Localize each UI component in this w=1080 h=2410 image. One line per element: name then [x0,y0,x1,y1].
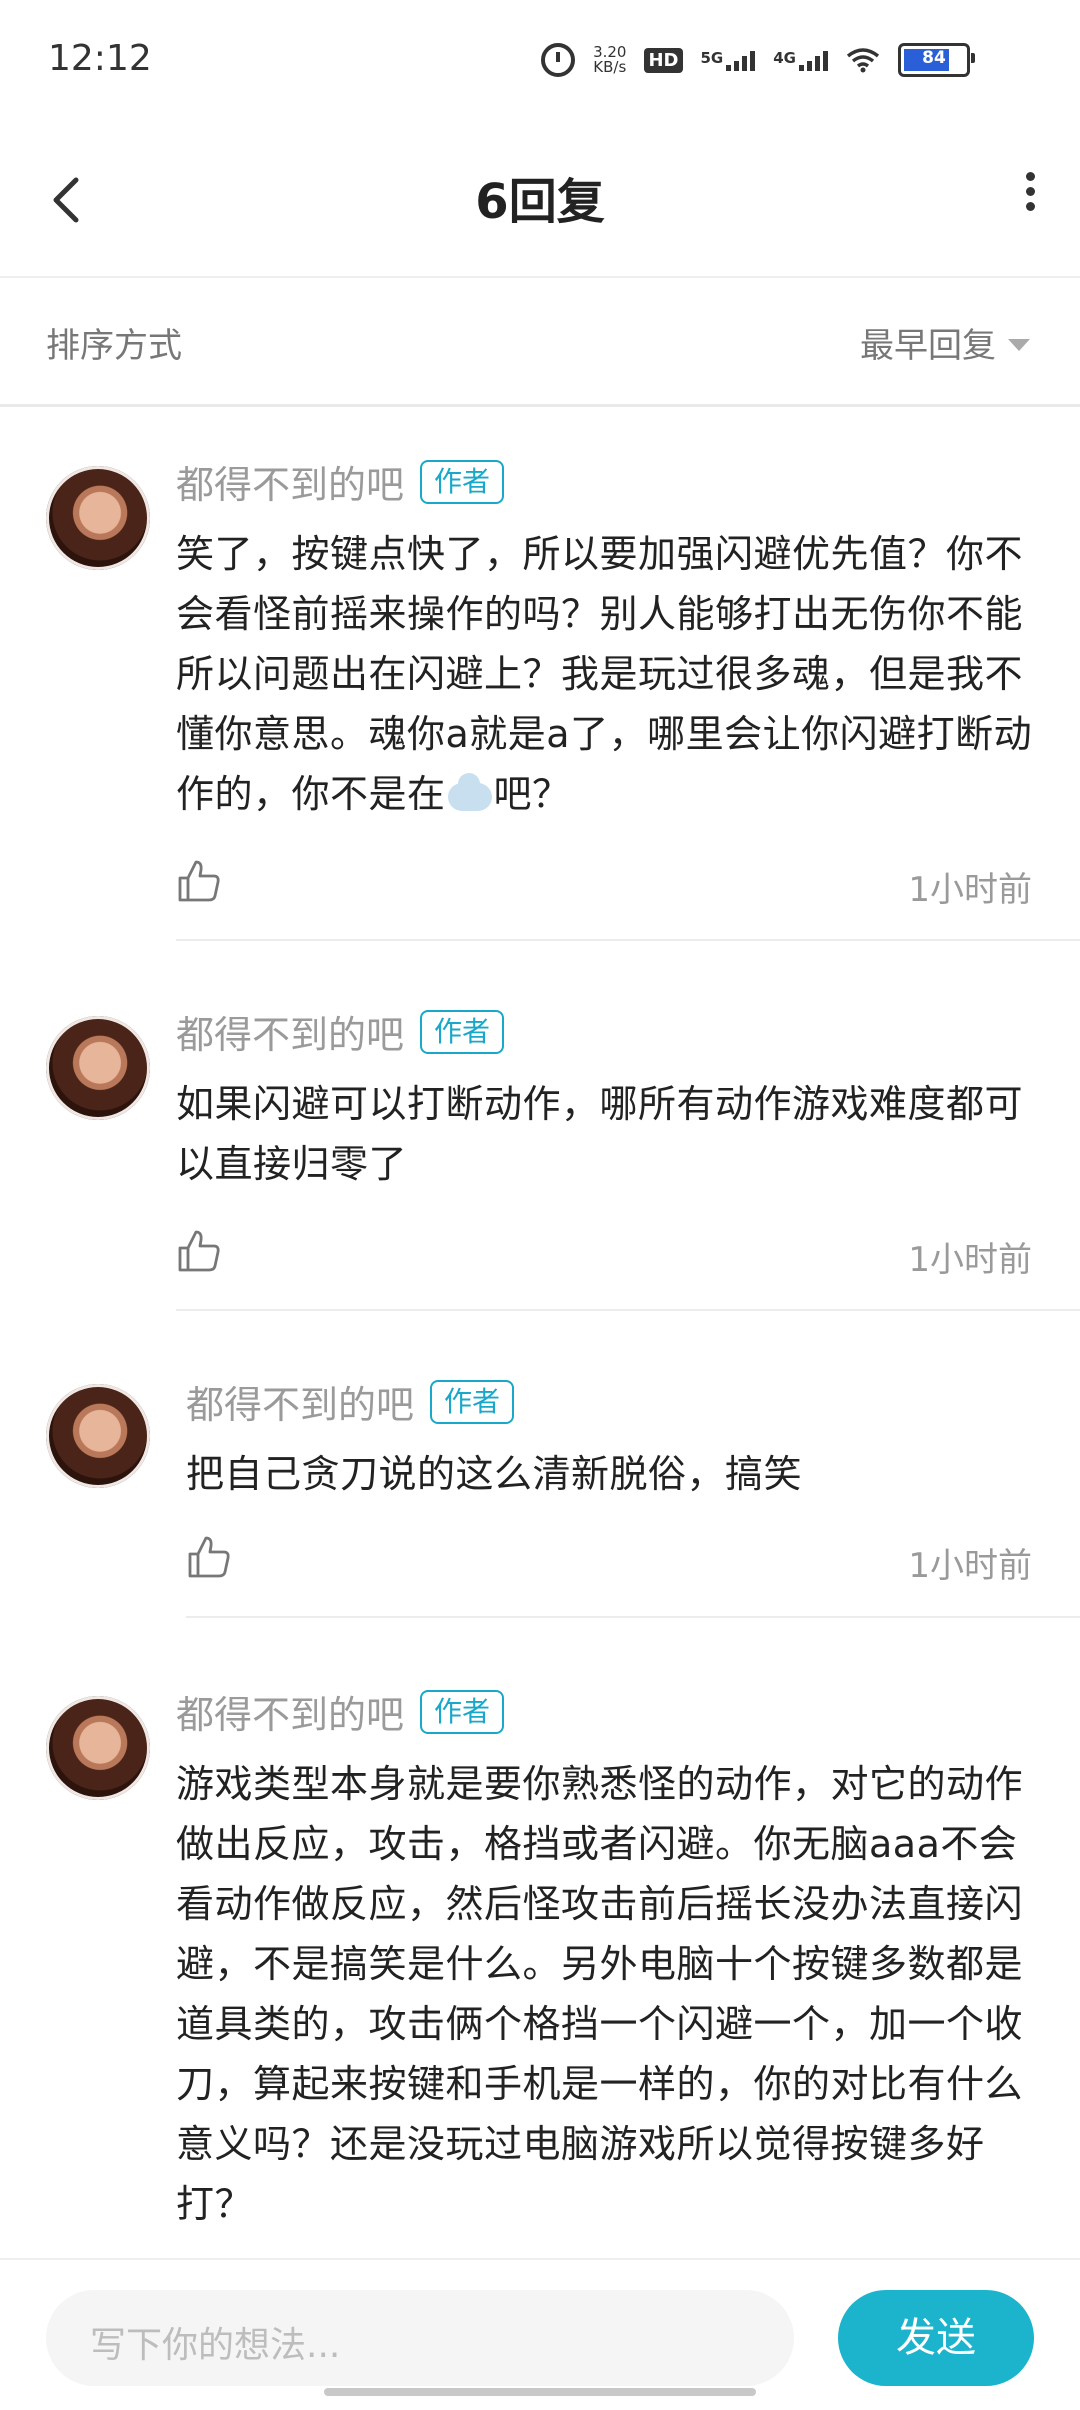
comment-content: 把自己贪刀说的这么清新脱俗，搞笑 [186,1452,803,1496]
status-bar: 12:12 3.20 KB/s HD 5G 4G 84 [0,0,1080,120]
author-badge: 作者 [420,1009,505,1054]
comment-header: 都得不到的吧 作者 [176,1004,505,1059]
battery-level: 84 [922,48,946,68]
divider [176,939,1080,941]
page-title: 6回复 [475,174,605,230]
sort-selected: 最早回复 [860,326,996,366]
comment-time: 1小时前 [908,1546,1032,1586]
comment-text-tail: 吧？ [493,772,571,816]
comment-header: 都得不到的吧 作者 [176,454,505,509]
net-speed-unit: KB/s [593,58,627,76]
more-button[interactable] [1010,170,1050,230]
divider [176,1309,1080,1311]
sort-label: 排序方式 [46,326,182,366]
reply-bar: 写下你的想法... 发送 [0,2258,1080,2410]
author-badge: 作者 [430,1379,515,1424]
author-name[interactable]: 都得不到的吧 [176,454,404,509]
more-vertical-icon [1026,172,1035,181]
author-name[interactable]: 都得不到的吧 [176,1684,404,1739]
hd-icon: HD [644,47,683,73]
reply-placeholder: 写下你的想法... [90,2325,341,2366]
avatar[interactable] [46,466,150,570]
battery-icon: 84 [898,43,975,77]
author-name[interactable]: 都得不到的吧 [186,1374,414,1429]
status-icons: 3.20 KB/s HD 5G 4G 84 [541,38,975,82]
comment-time: 1小时前 [908,1240,1032,1280]
cloud-emoji-icon [447,772,492,811]
avatar[interactable] [46,1384,150,1488]
net-speed: 3.20 KB/s [593,45,626,75]
divider [186,1616,1080,1618]
author-badge: 作者 [420,1689,505,1734]
comment-content: 游戏类型本身就是要你熟悉怪的动作，对它的动作做出反应，攻击，格挡或者闪避。你无脑… [176,1762,1024,2226]
avatar[interactable] [46,1016,150,1120]
home-indicator[interactable] [324,2388,756,2396]
sort-dropdown[interactable]: 最早回复 [860,318,1030,367]
signal-4g-icon: 4G [773,49,828,71]
thumbs-up-icon[interactable] [186,1534,232,1580]
sort-bar: 排序方式 最早回复 [0,278,1080,407]
comment-content: 如果闪避可以打断动作，哪所有动作游戏难度都可以直接归零了 [176,1082,1024,1186]
comment-time: 1小时前 [908,870,1032,910]
send-button[interactable]: 发送 [838,2290,1034,2386]
header: 6回复 [0,120,1080,278]
thumbs-up-icon[interactable] [176,1228,222,1274]
wifi-icon [846,47,880,73]
author-name[interactable]: 都得不到的吧 [176,1004,404,1059]
comment-header: 都得不到的吧 作者 [186,1374,515,1429]
avatar[interactable] [46,1696,150,1800]
signal-5g-icon: 5G [701,49,756,71]
reply-input[interactable]: 写下你的想法... [46,2290,794,2386]
comment-header: 都得不到的吧 作者 [176,1684,505,1739]
comment-text: 笑了，按键点快了，所以要加强闪避优先值？你不会看怪前摇来操作的吗？别人能够打出无… [176,532,1033,816]
triangle-down-icon [1008,338,1030,351]
thumbs-up-icon[interactable] [176,858,222,904]
author-badge: 作者 [420,459,505,504]
comment-content: 笑了，按键点快了，所以要加强闪避优先值？你不会看怪前摇来操作的吗？别人能够打出无… [176,524,1036,824]
alarm-icon [541,43,576,77]
